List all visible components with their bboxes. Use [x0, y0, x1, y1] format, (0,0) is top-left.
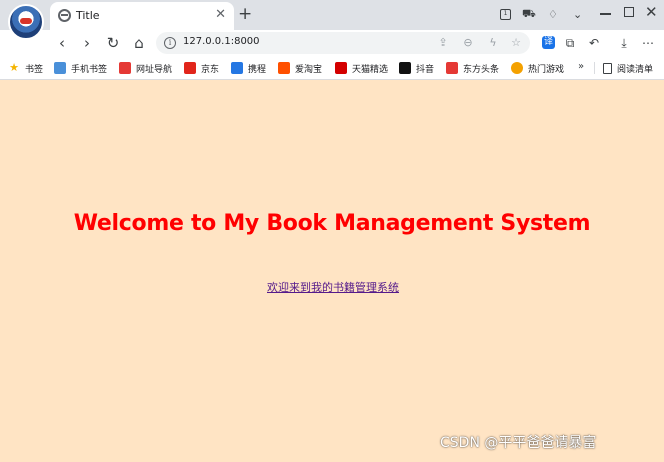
bookmark-label: 京东	[201, 64, 220, 75]
share-icon[interactable]: ⇪	[436, 36, 450, 50]
bookmark-item[interactable]: 网址导航	[119, 61, 172, 75]
download-icon[interactable]: ⤓	[616, 35, 632, 51]
bookmark-label: 手机书签	[71, 64, 108, 75]
phone-icon	[54, 62, 66, 74]
reading-list-button[interactable]: 阅读清单	[603, 61, 653, 75]
reload-button[interactable]: ↻	[104, 34, 122, 52]
reading-list-label: 阅读清单	[617, 64, 654, 75]
jd-icon	[184, 62, 196, 74]
page-heading: Welcome to My Book Management System	[73, 211, 591, 236]
info-icon[interactable]: i	[164, 37, 176, 49]
bookmarks-divider	[594, 62, 595, 74]
nav-icon	[119, 62, 131, 74]
bookmark-item[interactable]: 爱淘宝	[278, 61, 322, 75]
new-tab-button[interactable]: +	[238, 4, 252, 24]
close-window-button[interactable]: ✕	[645, 3, 658, 21]
taobao-icon	[278, 62, 290, 74]
globe-icon	[58, 9, 71, 22]
extensions-icon[interactable]: ⧉	[562, 35, 578, 51]
menu-icon[interactable]: ⋯	[640, 35, 656, 51]
title-bar: Title ✕ + 1 ⛟ ♢ ⌄ ✕	[0, 0, 664, 40]
welcome-link[interactable]: 欢迎来到我的书籍管理系统	[267, 279, 399, 295]
bookmark-item[interactable]: 东方头条	[446, 61, 499, 75]
bookmark-label: 天猫精选	[352, 64, 389, 75]
tab-actions-icon[interactable]: 1	[500, 5, 511, 23]
bookmark-item[interactable]: ★ 书签	[8, 61, 43, 75]
star-icon: ★	[9, 61, 19, 74]
minimize-button[interactable]	[600, 13, 611, 15]
bookmarks-bar: ★ 书签 手机书签 网址导航 京东 携程 爱淘宝 天猫精选 抖音 东方头条 热门…	[0, 56, 664, 80]
lightning-icon[interactable]: ϟ	[486, 36, 500, 50]
chevron-down-icon[interactable]: ⌄	[573, 5, 582, 23]
translate-icon[interactable]: 译	[542, 36, 555, 49]
watermark: CSDN @平平爸爸请暴富	[440, 435, 597, 451]
douyin-icon	[399, 62, 411, 74]
shirt-icon[interactable]: ♢	[548, 5, 558, 23]
url-text[interactable]: 127.0.0.1:8000	[183, 36, 260, 47]
undo-icon[interactable]: ↶	[586, 35, 602, 51]
star-bookmark-icon[interactable]: ☆	[509, 36, 523, 50]
ctrip-icon	[231, 62, 243, 74]
home-button[interactable]: ⌂	[130, 34, 148, 52]
bookmark-item[interactable]: 手机书签	[54, 61, 107, 75]
reading-list-icon	[603, 62, 612, 74]
bookmark-item[interactable]: 京东	[184, 61, 219, 75]
bookmark-item[interactable]: 携程	[231, 61, 266, 75]
tab-close-icon[interactable]: ✕	[215, 7, 226, 23]
forward-button[interactable]: ›	[78, 34, 96, 52]
zoom-icon[interactable]: ⊖	[461, 36, 475, 50]
bookmark-label: 书签	[25, 64, 44, 75]
browser-toolbar: ‹ › ↻ ⌂ i 127.0.0.1:8000 ⇪ ⊖ ϟ ☆ 译 ⧉ ↶ ⤓…	[0, 30, 664, 56]
bookmark-label: 网址导航	[136, 64, 173, 75]
bookmark-label: 爱淘宝	[295, 64, 323, 75]
profile-avatar[interactable]	[8, 4, 44, 40]
browser-tab[interactable]: Title ✕	[50, 2, 234, 30]
bookmark-label: 东方头条	[463, 64, 500, 75]
game-icon	[511, 62, 523, 74]
page-content: Welcome to My Book Management System 欢迎来…	[0, 80, 664, 462]
bookmark-label: 热门游戏	[528, 64, 565, 75]
maximize-button[interactable]	[624, 7, 634, 17]
bookmark-item[interactable]: 抖音	[399, 61, 434, 75]
address-bar[interactable]: i 127.0.0.1:8000 ⇪ ⊖ ϟ ☆	[156, 32, 530, 54]
eastday-icon	[446, 62, 458, 74]
bookmark-item[interactable]: 天猫精选	[335, 61, 388, 75]
tmall-icon	[335, 62, 347, 74]
bookmark-item[interactable]: 热门游戏	[511, 61, 564, 75]
car-icon[interactable]: ⛟	[522, 5, 536, 23]
more-bookmarks-button[interactable]: »	[578, 61, 584, 72]
back-button[interactable]: ‹	[53, 34, 71, 52]
bookmark-label: 携程	[248, 64, 267, 75]
bookmark-label: 抖音	[416, 64, 435, 75]
tab-title: Title	[76, 9, 100, 22]
